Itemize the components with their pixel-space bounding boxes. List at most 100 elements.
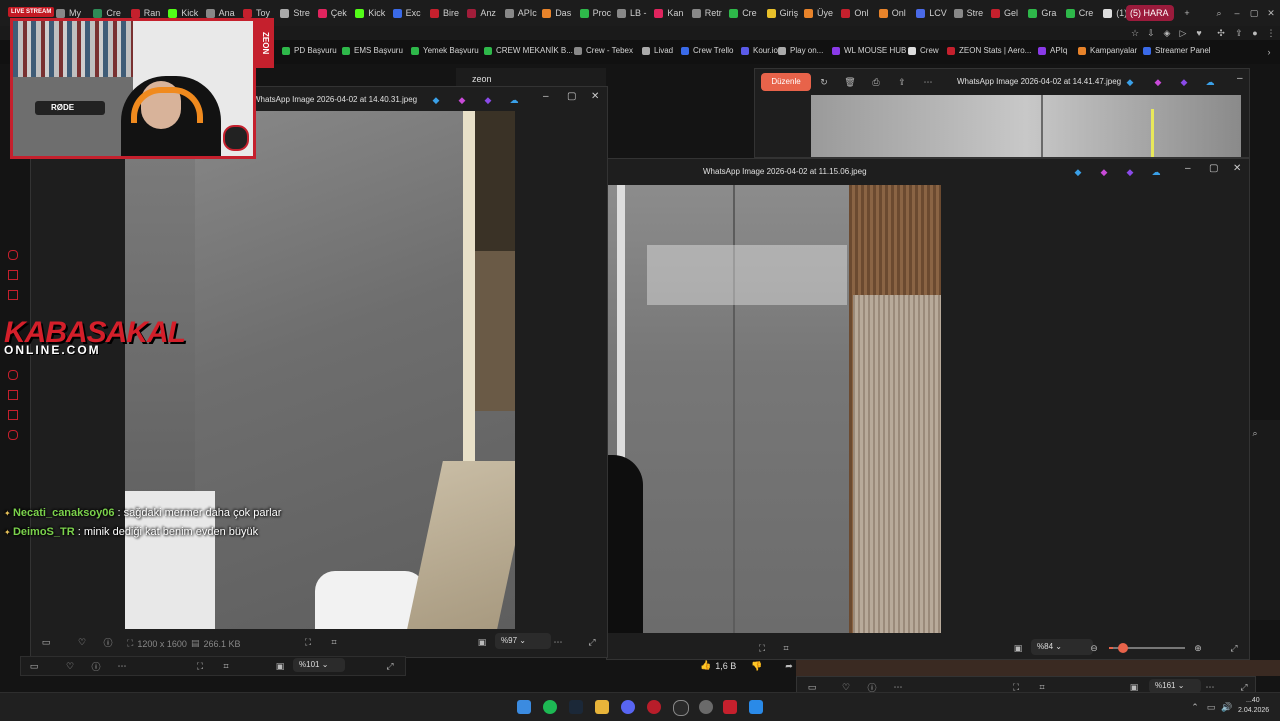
bookmark-star-icon[interactable]: ☆ bbox=[1130, 28, 1140, 38]
bookmark-item[interactable]: Kampanyalar bbox=[1078, 46, 1137, 55]
bookmark-item[interactable]: WL MOUSE HUB bbox=[832, 46, 906, 55]
rotate-icon[interactable]: ↻ bbox=[819, 77, 829, 87]
favorite-icon[interactable]: ♡ bbox=[77, 637, 87, 647]
shield-icon[interactable]: ◈ bbox=[1162, 28, 1172, 38]
info-icon[interactable]: ⓘ bbox=[867, 682, 877, 693]
browser-tab[interactable]: APIc bbox=[504, 4, 539, 22]
browser-tab[interactable]: Anz bbox=[467, 4, 501, 22]
like-button[interactable]: 👍 1,6 B bbox=[700, 660, 736, 671]
menu-icon[interactable]: ⋮ bbox=[1266, 28, 1276, 38]
maximize-button[interactable]: ▢ bbox=[567, 91, 576, 102]
fit-screen-icon[interactable]: ⛶ bbox=[303, 637, 313, 647]
minimize-icon[interactable]: – bbox=[1232, 8, 1242, 18]
close-button[interactable]: ✕ bbox=[1233, 163, 1241, 174]
bookmark-item[interactable]: Livad bbox=[642, 46, 673, 55]
download-icon[interactable]: ⇩ bbox=[1146, 28, 1156, 38]
bookmarks-overflow-icon[interactable]: › bbox=[1264, 47, 1274, 57]
app-icon-blue[interactable]: ◆ bbox=[431, 95, 441, 105]
browser-tab[interactable]: Onl bbox=[841, 4, 875, 22]
info-icon[interactable]: ⓘ bbox=[103, 637, 113, 648]
bookmark-item[interactable]: Crew Trello bbox=[681, 46, 733, 55]
browser-tab[interactable]: Çek bbox=[317, 4, 352, 22]
search-tabs-icon[interactable]: ⌕ bbox=[1214, 8, 1224, 18]
zoom-select[interactable]: %97 ⌄ bbox=[495, 633, 551, 649]
favorite-icon[interactable]: ♡ bbox=[65, 661, 75, 671]
bookmark-item[interactable]: Streamer Panel bbox=[1143, 46, 1211, 55]
volume-icon[interactable]: 🔊 bbox=[1221, 702, 1232, 712]
fullscreen-icon[interactable]: ⤢ bbox=[587, 637, 597, 647]
steam-icon[interactable] bbox=[569, 700, 583, 714]
photos-app-icon[interactable] bbox=[749, 700, 763, 714]
tab-active[interactable]: (5) HARA bbox=[1126, 5, 1174, 21]
more-icon[interactable]: ⋯ bbox=[117, 661, 127, 671]
app-icon-purple[interactable]: ◆ bbox=[1179, 77, 1189, 87]
app-icon-pink[interactable]: ◆ bbox=[1153, 77, 1163, 87]
sidebar-icon[interactable] bbox=[8, 430, 18, 440]
share-icon[interactable]: ⇪ bbox=[897, 77, 907, 87]
more-icon[interactable]: ⋯ bbox=[893, 682, 903, 692]
cloud-icon[interactable]: ☁ bbox=[509, 95, 519, 105]
cloud-icon[interactable]: ☁ bbox=[1205, 77, 1215, 87]
close-button[interactable]: ✕ bbox=[591, 91, 599, 102]
app-icon-pink[interactable]: ◆ bbox=[457, 95, 467, 105]
extensions-icon[interactable]: ✣ bbox=[1216, 28, 1226, 38]
bookmark-item[interactable]: APIq bbox=[1038, 46, 1067, 55]
browser-tab[interactable]: Giriş bbox=[766, 4, 801, 22]
filmstrip-icon[interactable]: ▭ bbox=[29, 661, 39, 671]
fullscreen-icon[interactable]: ⤢ bbox=[1239, 682, 1249, 692]
fit-screen-icon[interactable]: ⛶ bbox=[195, 661, 205, 671]
zoom-slider-thumb[interactable] bbox=[1117, 643, 1128, 653]
heart-icon[interactable]: ♥ bbox=[1194, 28, 1204, 38]
zoom-in-icon[interactable]: ⊕ bbox=[1193, 643, 1203, 653]
fullscreen-icon[interactable]: ⤢ bbox=[385, 661, 395, 671]
browser-tab[interactable]: Retr bbox=[691, 4, 726, 22]
fullscreen-icon[interactable]: ⤢ bbox=[1229, 643, 1239, 653]
crop-select-icon[interactable]: ⌗ bbox=[1037, 682, 1047, 692]
zoom-out-icon[interactable]: ⊖ bbox=[1089, 643, 1099, 653]
browser-tab[interactable]: LB - bbox=[617, 4, 651, 22]
app-icon-pink[interactable]: ◆ bbox=[1099, 167, 1109, 177]
more-icon[interactable]: ⋯ bbox=[553, 637, 563, 647]
zoom-select[interactable]: %101 ⌄ bbox=[293, 658, 345, 672]
filmstrip-icon[interactable]: ▭ bbox=[807, 682, 817, 692]
sidebar-icon[interactable] bbox=[8, 270, 18, 280]
browser-tab[interactable]: Das bbox=[542, 4, 576, 22]
minimize-button[interactable]: – bbox=[1185, 163, 1191, 174]
sidebar-icon[interactable] bbox=[8, 370, 18, 380]
browser-tab[interactable]: Cre bbox=[729, 4, 763, 22]
fit-screen-icon[interactable]: ⛶ bbox=[757, 643, 767, 653]
sidebar-icon[interactable] bbox=[8, 250, 18, 260]
sidebar-icon[interactable] bbox=[8, 290, 18, 300]
browser-tab[interactable]: Bire bbox=[430, 4, 464, 22]
clock-time[interactable]: ...40 bbox=[1246, 697, 1260, 704]
minimize-button[interactable]: – bbox=[543, 91, 549, 102]
bookmark-item[interactable]: Yemek Başvuru bbox=[411, 46, 479, 55]
edit-button[interactable]: Düzenle bbox=[761, 73, 811, 91]
delete-icon[interactable]: 🗑 bbox=[844, 77, 855, 87]
bookmark-item[interactable]: PD Başvuru bbox=[282, 46, 337, 55]
settings-icon[interactable] bbox=[699, 700, 713, 714]
crop-select-icon[interactable]: ⌗ bbox=[329, 637, 339, 647]
actual-size-icon[interactable]: ▣ bbox=[275, 661, 285, 671]
tray-chevron-icon[interactable]: ⌃ bbox=[1190, 702, 1200, 712]
browser-tab[interactable]: Kan bbox=[654, 4, 688, 22]
filmstrip-icon[interactable]: ▭ bbox=[41, 637, 51, 647]
dislike-icon[interactable]: 👎 bbox=[751, 661, 762, 671]
share-icon[interactable]: ➦ bbox=[784, 661, 794, 671]
browser-tab[interactable]: Onl bbox=[878, 4, 913, 22]
app-icon-blue[interactable]: ◆ bbox=[1073, 167, 1083, 177]
browser-tab[interactable]: Stre bbox=[280, 4, 314, 22]
bookmark-item[interactable]: Crew bbox=[908, 46, 939, 55]
share-icon[interactable]: ⇪ bbox=[1234, 28, 1244, 38]
bookmark-item[interactable]: ZEON Stats | Aero... bbox=[947, 46, 1031, 55]
clock-date[interactable]: 2.04.2026 bbox=[1238, 707, 1269, 714]
maximize-button[interactable]: ▢ bbox=[1209, 163, 1218, 174]
actual-size-icon[interactable]: ▣ bbox=[1129, 682, 1139, 692]
discord-icon[interactable] bbox=[621, 700, 635, 714]
play-icon[interactable]: ▷ bbox=[1178, 28, 1188, 38]
favorite-icon[interactable]: ♡ bbox=[841, 682, 851, 692]
sidebar-icon[interactable] bbox=[8, 390, 18, 400]
zoom-slider[interactable] bbox=[1109, 643, 1185, 653]
actual-size-icon[interactable]: ▣ bbox=[1013, 643, 1023, 653]
opera-icon[interactable] bbox=[647, 700, 661, 714]
